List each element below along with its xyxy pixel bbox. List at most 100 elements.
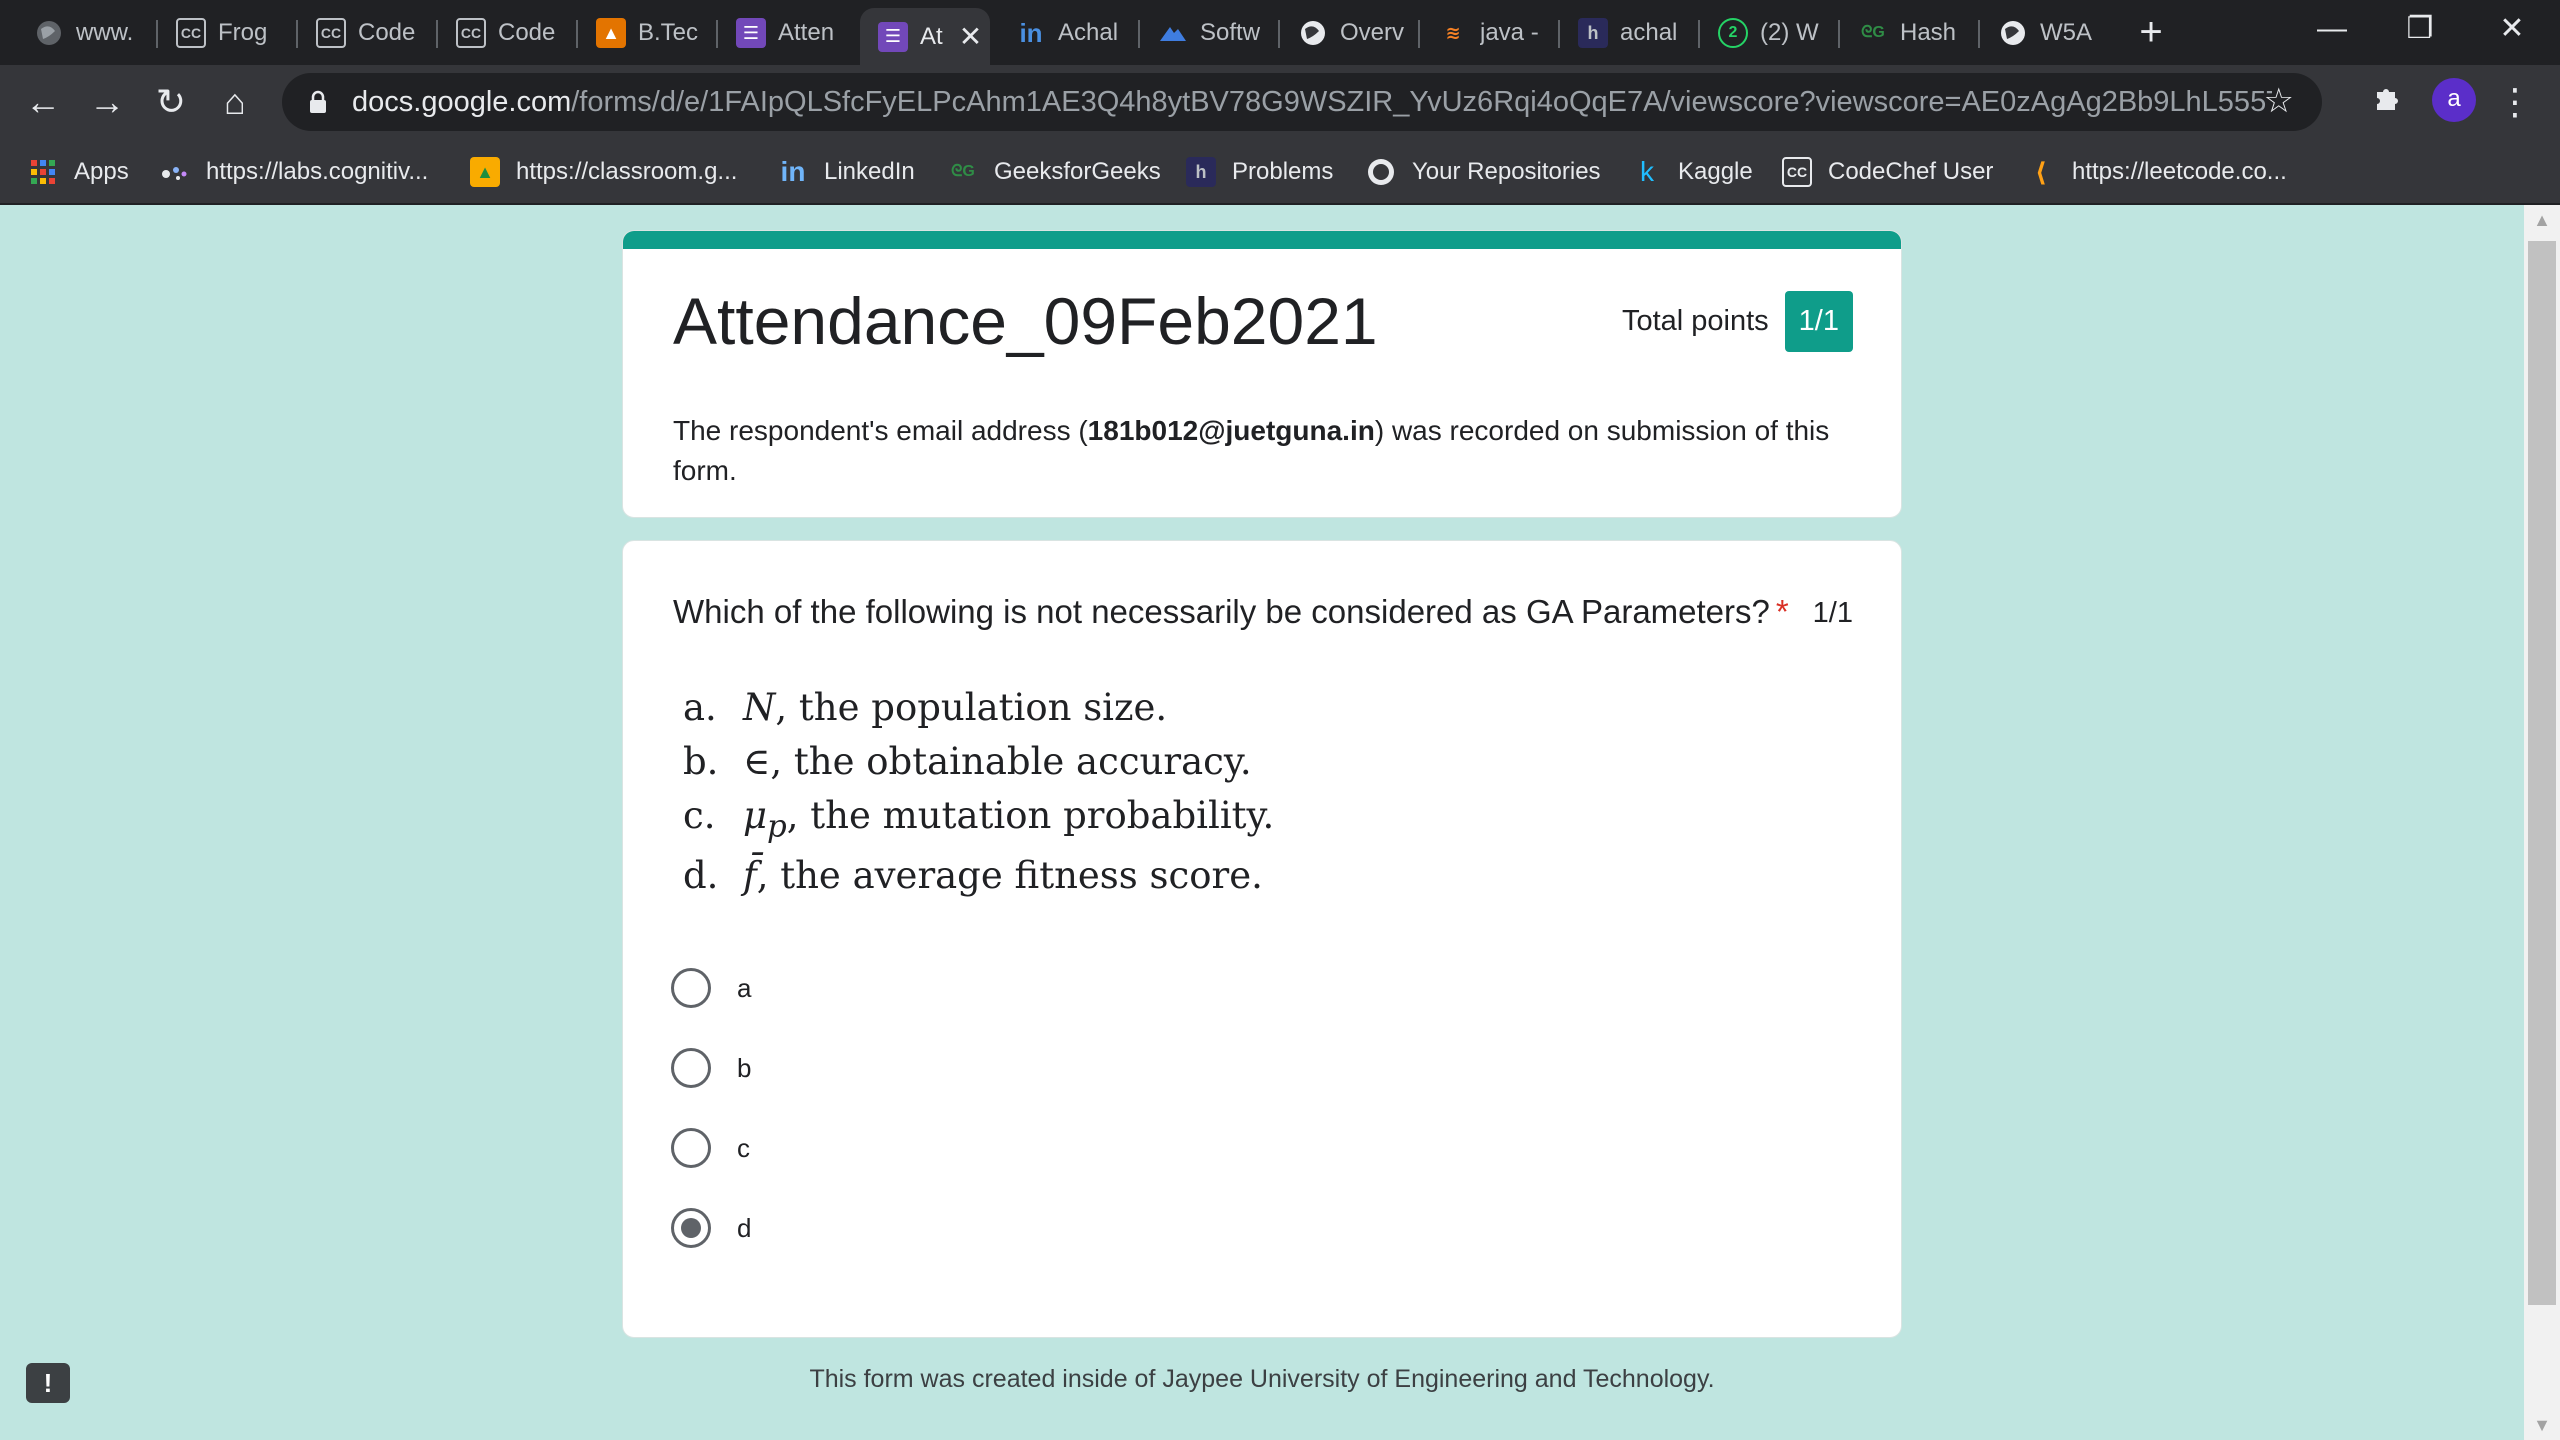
- bookmark-cognitive-labs[interactable]: https://labs.cognitiv...: [160, 151, 428, 193]
- menu-kebab-icon[interactable]: ⋮: [2490, 77, 2540, 127]
- choice-b[interactable]: b: [671, 1046, 751, 1090]
- back-arrow-icon[interactable]: ←: [18, 77, 68, 127]
- image-option-a: a. N, the population size.: [683, 686, 1168, 729]
- bookmark-codechef[interactable]: CC CodeChef User: [1782, 151, 1993, 193]
- home-icon[interactable]: ⌂: [210, 77, 260, 127]
- tab-code-2[interactable]: CC Code: [438, 8, 566, 58]
- bookmark-kaggle[interactable]: k Kaggle: [1632, 151, 1753, 193]
- page-content: Attendance_09Feb2021 Total points 1/1 Th…: [0, 205, 2524, 1440]
- geeksforgeeks-icon: ᘓG: [951, 163, 975, 180]
- tab-attendance[interactable]: ☰ Atten: [718, 8, 846, 58]
- linkedin-icon: in: [780, 156, 806, 187]
- scroll-down-arrow-icon[interactable]: ▼: [2524, 1410, 2560, 1440]
- reload-icon[interactable]: ↻: [146, 77, 196, 127]
- tab-overview[interactable]: Overv: [1280, 8, 1408, 58]
- radio-button[interactable]: [671, 1048, 711, 1088]
- classroom-icon: ▲: [596, 18, 626, 48]
- scrollbar-thumb[interactable]: [2528, 241, 2556, 1305]
- codechef-icon: CC: [176, 18, 206, 48]
- kaggle-icon: k: [1640, 156, 1654, 187]
- lock-icon: [304, 88, 332, 116]
- question-points: 1/1: [1812, 597, 1853, 629]
- report-feedback-icon[interactable]: !: [26, 1363, 70, 1403]
- close-window-button[interactable]: ✕: [2476, 8, 2548, 50]
- radio-button[interactable]: [671, 1128, 711, 1168]
- total-points: Total points 1/1: [1622, 291, 1853, 352]
- address-bar[interactable]: docs.google.com/forms/d/e/1FAIpQLSfcFyEL…: [282, 73, 2322, 131]
- whatsapp-icon: 2: [1718, 18, 1748, 48]
- minimize-button[interactable]: —: [2296, 8, 2368, 50]
- image-option-c: c. μp, the mutation probability.: [683, 794, 1275, 845]
- vertical-scrollbar[interactable]: ▲ ▼: [2524, 205, 2560, 1440]
- linkedin-icon: in: [1019, 17, 1043, 48]
- tab-w5a[interactable]: W5A: [1980, 8, 2108, 58]
- cognitive-labs-icon: [160, 157, 190, 187]
- leetcode-icon: ⟨: [2035, 156, 2047, 187]
- form-header-card: Attendance_09Feb2021 Total points 1/1 Th…: [622, 230, 1902, 518]
- total-points-label: Total points: [1621, 305, 1769, 337]
- globe-icon: [34, 18, 64, 48]
- close-tab-icon[interactable]: ✕: [959, 20, 982, 53]
- browser-toolbar: ← → ↻ ⌂ docs.google.com/forms/d/e/1FAIpQ…: [0, 65, 2560, 139]
- tab-software[interactable]: Softw: [1140, 8, 1268, 58]
- choice-a[interactable]: a: [671, 966, 751, 1010]
- classroom-icon: ▲: [470, 157, 500, 187]
- github-icon: [1366, 157, 1396, 187]
- image-option-b: b. ∈, the obtainable accuracy.: [683, 740, 1252, 783]
- forms-icon: ☰: [736, 18, 766, 48]
- bookmark-github[interactable]: Your Repositories: [1366, 151, 1601, 193]
- tab-hash[interactable]: ᘓG Hash: [1840, 8, 1968, 58]
- tab-attendance-active[interactable]: ☰ At ✕: [860, 8, 990, 65]
- email-recorded-note: The respondent's email address (181b012@…: [673, 415, 1830, 486]
- tab-btech[interactable]: ▲ B.Tec: [578, 8, 706, 58]
- scroll-up-arrow-icon[interactable]: ▲: [2524, 205, 2560, 235]
- globe-icon: [1298, 18, 1328, 48]
- restore-button[interactable]: ❐: [2384, 8, 2456, 50]
- bookmarks-bar: Apps https://labs.cognitiv... ▲ https://…: [0, 139, 2560, 205]
- extensions-puzzle-icon[interactable]: [2362, 77, 2412, 127]
- tab-java[interactable]: ≋ java -: [1420, 8, 1548, 58]
- tab-linkedin[interactable]: in Achal: [998, 8, 1126, 58]
- image-option-d: d. f̄, the average fitness score.: [683, 854, 1263, 897]
- question-image: a. N, the population size. b. ∈, the obtai…: [683, 681, 1274, 903]
- hackerrank-icon: h: [1578, 18, 1608, 48]
- url-text: docs.google.com/forms/d/e/1FAIpQLSfcFyEL…: [352, 85, 2272, 118]
- geeksforgeeks-icon: ᘓG: [1861, 24, 1885, 41]
- cloud-icon: [1158, 18, 1188, 48]
- choice-d[interactable]: d: [671, 1206, 751, 1250]
- tab-strip: www. CC Frog CC Code CC Code ▲ B.Tec ☰ A…: [0, 0, 2560, 65]
- respondent-email: 181b012@juetguna.in: [1087, 415, 1375, 446]
- form-title: Attendance_09Feb2021: [673, 284, 1378, 358]
- hackerrank-icon: h: [1186, 157, 1216, 187]
- forms-icon: ☰: [878, 21, 908, 52]
- new-tab-button[interactable]: +: [2128, 10, 2174, 56]
- bookmark-problems[interactable]: h Problems: [1186, 151, 1333, 193]
- form-footer-note: This form was created inside of Jaypee U…: [809, 1365, 1715, 1393]
- required-asterisk: *: [1775, 593, 1789, 630]
- stackoverflow-icon: ≋: [1445, 22, 1461, 43]
- codechef-icon: CC: [316, 18, 346, 48]
- total-points-badge: 1/1: [1784, 291, 1853, 352]
- bookmark-apps[interactable]: Apps: [28, 151, 129, 193]
- tab-frog[interactable]: CC Frog: [158, 8, 286, 58]
- question-card: Which of the following is not necessaril…: [622, 540, 1902, 1338]
- tab-www[interactable]: www.: [16, 8, 146, 58]
- codechef-icon: CC: [456, 18, 486, 48]
- tab-achal[interactable]: h achal: [1560, 8, 1688, 58]
- globe-icon: [1998, 18, 2028, 48]
- radio-button-selected[interactable]: [671, 1208, 711, 1248]
- bookmark-star-icon[interactable]: ☆: [2264, 81, 2294, 121]
- bookmark-leetcode[interactable]: ⟨ https://leetcode.co...: [2026, 151, 2287, 193]
- tab-whatsapp[interactable]: 2 (2) W: [1700, 8, 1828, 58]
- forward-arrow-icon[interactable]: →: [82, 77, 132, 127]
- choice-c[interactable]: c: [671, 1126, 750, 1170]
- question-text: Which of the following is not necessaril…: [673, 593, 1789, 630]
- bookmark-classroom[interactable]: ▲ https://classroom.g...: [470, 151, 737, 193]
- bookmark-linkedin[interactable]: in LinkedIn: [778, 151, 915, 193]
- apps-grid-icon: [28, 157, 58, 187]
- bookmark-geeksforgeeks[interactable]: ᘓG GeeksforGeeks: [948, 151, 1161, 193]
- profile-avatar[interactable]: a: [2432, 78, 2476, 122]
- radio-button[interactable]: [671, 968, 711, 1008]
- tab-code-1[interactable]: CC Code: [298, 8, 426, 58]
- accent-strip: [623, 231, 1901, 249]
